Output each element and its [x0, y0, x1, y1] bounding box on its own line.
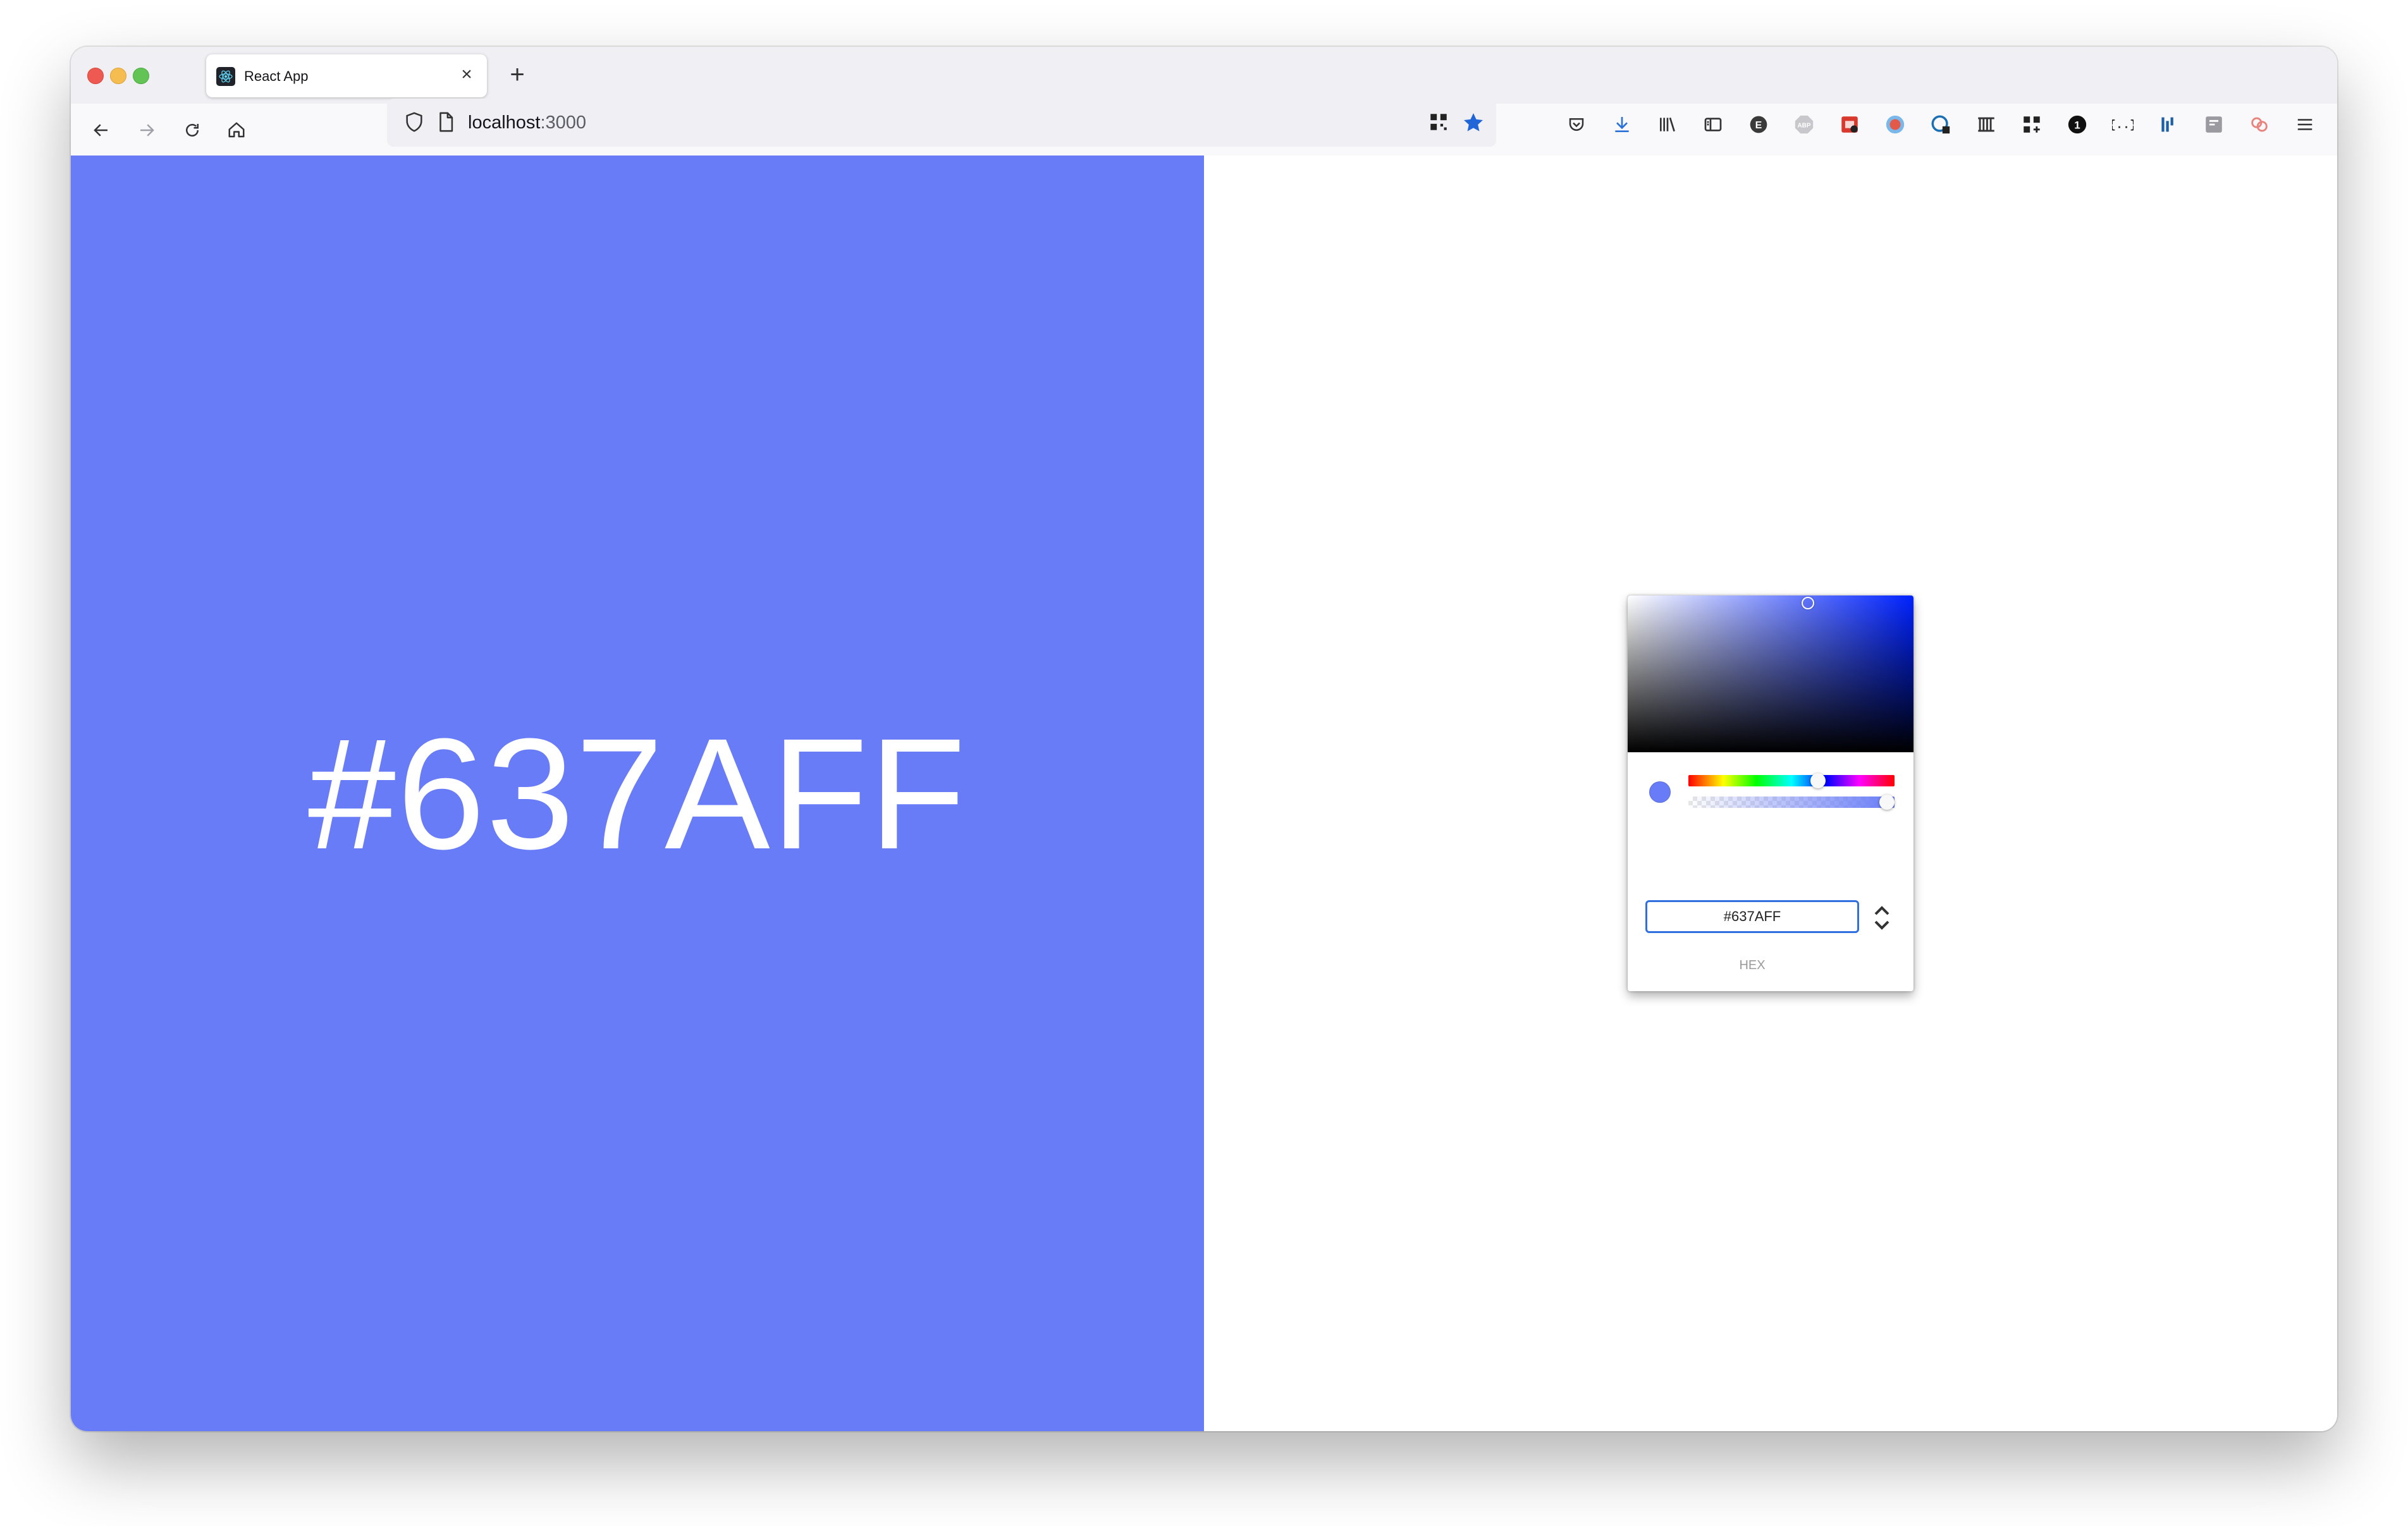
url-port: :3000	[540, 113, 587, 133]
saturation-area[interactable]	[1628, 595, 1914, 752]
chevron-up-down-icon	[1874, 906, 1889, 930]
svg-text:ABP: ABP	[1798, 122, 1811, 129]
saturation-handle[interactable]	[1802, 597, 1814, 609]
close-window-button[interactable]	[87, 68, 104, 84]
new-tab-button[interactable]: +	[505, 62, 530, 87]
grid-extension-icon[interactable]	[1974, 113, 1998, 137]
zoom-window-button[interactable]	[133, 68, 149, 84]
bars-extension-icon[interactable]	[2156, 113, 2180, 137]
tab-react-app[interactable]: React App ×	[206, 54, 487, 97]
address-bar[interactable]: localhost:3000	[387, 99, 1496, 147]
hue-slider[interactable]	[1688, 773, 1895, 788]
shield-icon[interactable]	[403, 111, 425, 136]
apps-grid-icon[interactable]	[2020, 113, 2044, 137]
sidebar-icon[interactable]	[1701, 113, 1725, 137]
menu-hamburger-icon[interactable]	[2293, 113, 2317, 137]
reload-icon	[186, 124, 199, 137]
svg-text:{..}: {..}	[2112, 119, 2134, 132]
format-toggle-button[interactable]	[1869, 903, 1895, 933]
home-icon	[228, 122, 245, 138]
home-button[interactable]	[223, 116, 250, 144]
adblock-plus-icon[interactable]: ABP	[1792, 113, 1816, 137]
library-icon[interactable]	[1656, 113, 1680, 137]
browser-window: React App × + localhost:3000 E ABP 1 .. …	[71, 47, 2337, 1431]
extension-e-icon[interactable]: E	[1747, 113, 1771, 137]
page-info-icon[interactable]	[435, 111, 457, 136]
gray-extension-icon[interactable]	[2202, 113, 2226, 137]
pocket-icon[interactable]	[1564, 113, 1588, 137]
url-host: localhost	[468, 113, 541, 133]
red-extension-icon[interactable]	[1838, 113, 1862, 137]
arrow-right-icon	[140, 124, 154, 137]
qr-code-icon[interactable]	[1428, 111, 1449, 136]
json-viewer-icon[interactable]: {..}	[2111, 113, 2135, 137]
svg-text:E: E	[1755, 120, 1762, 131]
onepassword-icon[interactable]: 1	[2065, 113, 2089, 137]
forward-button[interactable]	[133, 116, 161, 144]
color-extension-icon[interactable]	[1883, 113, 1907, 137]
svg-text:1: 1	[2074, 119, 2080, 131]
bookmark-star-icon[interactable]	[1462, 111, 1485, 137]
format-label: HEX	[1739, 958, 1766, 972]
color-picker: #637AFF HEX	[1628, 595, 1914, 991]
color-preview-panel: #637AFF	[71, 156, 1204, 1431]
password-manager-icon[interactable]	[1929, 113, 1953, 137]
tab-strip: React App × +	[71, 47, 2337, 104]
alpha-slider[interactable]	[1688, 795, 1895, 810]
close-tab-icon[interactable]: ×	[458, 65, 476, 84]
hue-slider-handle[interactable]	[1810, 773, 1826, 788]
hex-input[interactable]: #637AFF	[1645, 900, 1859, 933]
download-icon[interactable]	[1610, 113, 1634, 137]
back-button[interactable]	[87, 116, 115, 144]
page-content: #637AFF	[71, 156, 2337, 1431]
selected-color-swatch	[1649, 781, 1671, 803]
arrow-left-icon	[94, 124, 108, 137]
hex-display-text: #637AFF	[307, 705, 968, 882]
link-extension-icon[interactable]	[2247, 113, 2271, 137]
reload-button[interactable]	[178, 116, 206, 144]
tab-title: React App	[244, 68, 309, 84]
minimize-window-button[interactable]	[110, 68, 126, 84]
alpha-slider-handle[interactable]	[1879, 795, 1895, 810]
react-logo-icon	[216, 67, 235, 86]
url-text: localhost:3000	[468, 113, 586, 133]
